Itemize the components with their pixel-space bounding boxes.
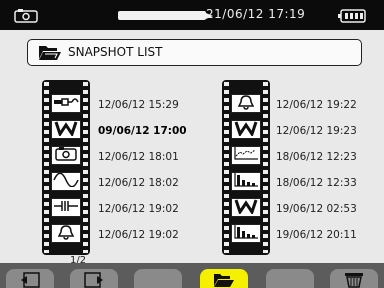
alarm-bell-icon [236, 94, 256, 114]
snapshot-timestamp[interactable]: 12/06/12 19:22 [276, 99, 357, 111]
frame-transient[interactable] [51, 198, 81, 217]
snapshot-timestamp[interactable]: 18/06/12 12:23 [276, 151, 357, 163]
frame-waveform[interactable] [51, 172, 81, 191]
frame-power[interactable] [231, 198, 261, 217]
softkey-blank[interactable] [134, 269, 182, 288]
trend-graph-icon [233, 146, 259, 165]
snapshot-timestamp[interactable]: 12/06/12 19:02 [98, 203, 179, 215]
power-w-icon [234, 198, 258, 218]
power-w-icon [234, 120, 258, 140]
snapshot-timestamp[interactable]: 12/06/12 18:01 [98, 151, 179, 163]
status-datetime: 21/06/12 17:19 [206, 7, 306, 21]
harmonic-bars-icon [233, 224, 259, 243]
delete-button[interactable] [330, 269, 378, 288]
frame-harmonics[interactable] [231, 224, 261, 243]
frame-camera[interactable] [51, 146, 81, 165]
page-title: SNAPSHOT LIST [68, 45, 163, 59]
memory-progress-bar [118, 11, 213, 20]
page-forward-button[interactable] [70, 269, 118, 288]
folder-open-icon [38, 44, 62, 65]
snapshot-timestamp[interactable]: 12/06/12 19:23 [276, 125, 357, 137]
softkey-bar [0, 263, 384, 288]
softkey-blank[interactable] [266, 269, 314, 288]
transient-icon [53, 198, 79, 217]
harmonics-probe-icon [53, 94, 79, 113]
filmstrip-right [222, 80, 270, 255]
snapshot-timestamp[interactable]: 19/06/12 02:53 [276, 203, 357, 215]
trash-icon [343, 272, 365, 288]
frame-harmonics[interactable] [231, 172, 261, 191]
snapshot-timestamp[interactable]: 12/06/12 18:02 [98, 177, 179, 189]
harmonic-bars-icon [233, 172, 259, 191]
frame-power[interactable] [231, 120, 261, 139]
waveform-icon [53, 172, 79, 191]
frame-alarm[interactable] [231, 94, 261, 113]
filmstrip-left [42, 80, 90, 255]
frame-trend[interactable] [231, 146, 261, 165]
folder-open-icon [213, 272, 235, 288]
battery-icon [338, 8, 366, 27]
device-screen: 21/06/12 17:19 SNAPSHOT LIST 12/06/12 15… [0, 0, 384, 288]
alarm-bell-icon [56, 224, 76, 244]
power-w-icon [54, 120, 78, 140]
page-back-icon [19, 272, 41, 288]
frame-power[interactable] [51, 120, 81, 139]
snapshot-timestamp[interactable]: 19/06/12 20:11 [276, 229, 357, 241]
snapshot-timestamp[interactable]: 12/06/12 15:29 [98, 99, 179, 111]
snapshot-timestamp[interactable]: 18/06/12 12:33 [276, 177, 357, 189]
page-back-button[interactable] [6, 269, 54, 288]
snapshot-timestamp-selected[interactable]: 09/06/12 17:00 [98, 125, 187, 137]
status-bar: 21/06/12 17:19 [0, 0, 384, 30]
open-folder-button[interactable] [200, 269, 248, 288]
snapshot-timestamp[interactable]: 12/06/12 19:02 [98, 229, 179, 241]
page-forward-icon [83, 272, 105, 288]
frame-alarm[interactable] [51, 224, 81, 243]
snapshot-camera-status-icon [14, 8, 38, 27]
frame-harmonics-probe[interactable] [51, 94, 81, 113]
camera-icon [54, 146, 78, 165]
snapshot-list-header: SNAPSHOT LIST [27, 39, 362, 66]
